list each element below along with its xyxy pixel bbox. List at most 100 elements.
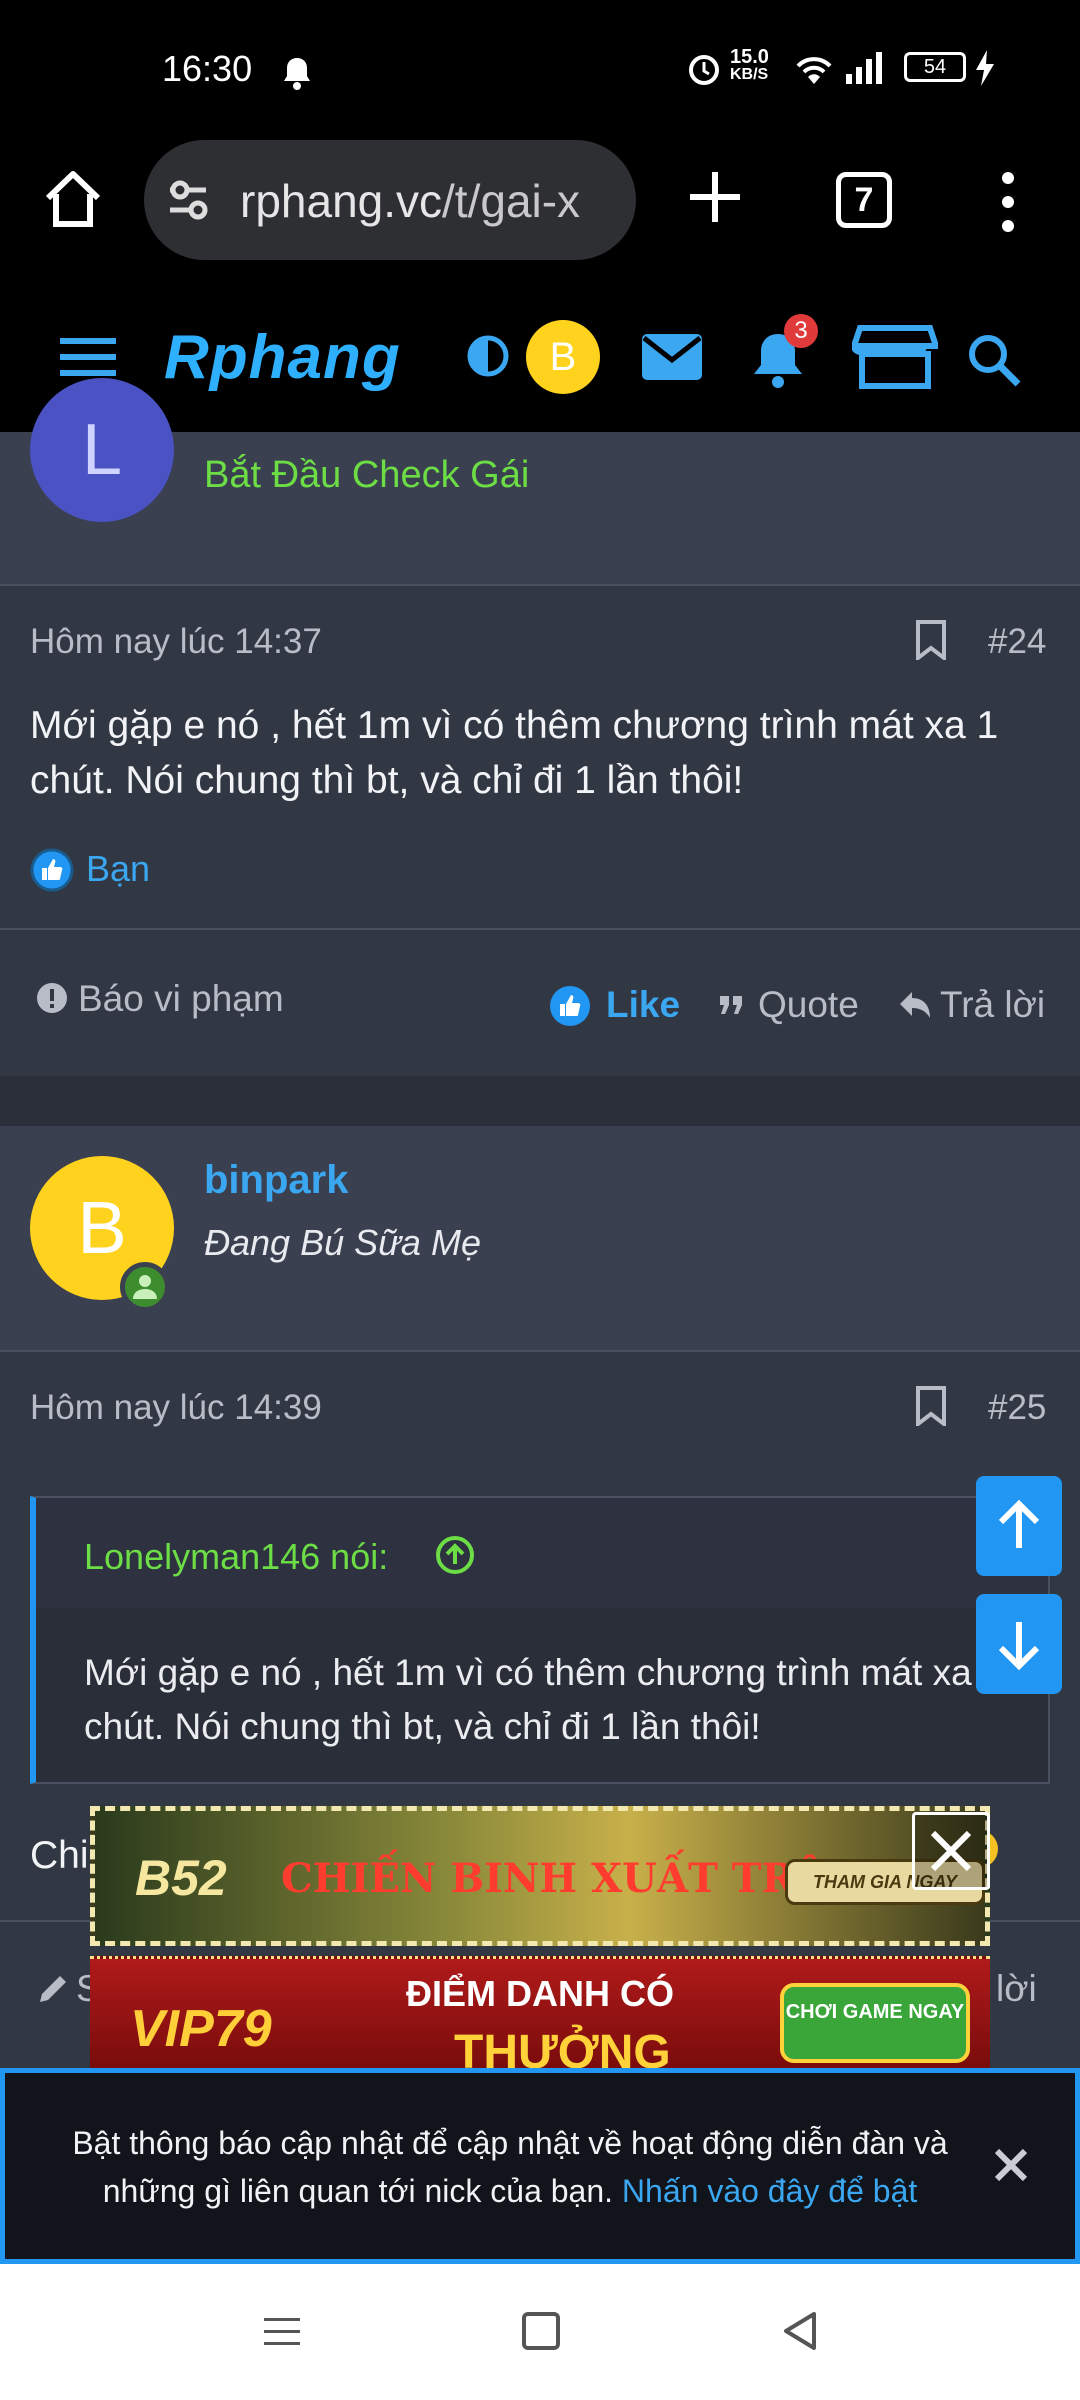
report-label: Báo vi phạm: [78, 978, 284, 1019]
ad-cta: CHƠI GAME NGAY: [780, 1983, 970, 2063]
warning-icon: [37, 983, 67, 1013]
username[interactable]: binpark: [204, 1158, 348, 1203]
bookmark-icon[interactable]: [914, 1386, 948, 1426]
reply-label: Trả lời: [940, 984, 1046, 1025]
browser-toolbar: rphang.vc/t/gai-x 7: [0, 130, 1080, 280]
user-avatar-letter: L: [81, 410, 123, 490]
search-button[interactable]: [966, 332, 1022, 388]
battery-icon: 54: [904, 52, 966, 82]
home-button[interactable]: [38, 164, 108, 234]
reply-label[interactable]: lời: [996, 1968, 1037, 2010]
new-tab-button[interactable]: [682, 164, 748, 230]
close-icon: [994, 2148, 1028, 2182]
address-bar[interactable]: rphang.vc/t/gai-x: [144, 140, 636, 260]
quote-button[interactable]: Quote: [718, 980, 888, 1030]
ad-banner-vip79[interactable]: VIP79 ĐIỂM DANH CÓ THƯỞNG CHƠI GAME NGAY: [90, 1956, 990, 2068]
url-path: /t/gai-x: [442, 175, 581, 227]
status-right: 15.0 KB/S 54: [686, 46, 1006, 92]
post-date[interactable]: Hôm nay lúc 14:37: [30, 622, 322, 662]
ad-headline-1: ĐIỂM DANH CÓ: [406, 1973, 674, 2014]
inbox-button[interactable]: [640, 332, 704, 382]
quote-text: Mới gặp e nó , hết 1m vì có thêm chương …: [84, 1652, 1003, 1747]
net-speed-value: 15.0: [730, 46, 769, 68]
status-bar: 16:30 15.0 KB/S 54: [0, 0, 1080, 130]
tab-switcher-button[interactable]: 7: [836, 172, 892, 228]
notification-text: Bật thông báo cập nhật để cập nhật về ho…: [45, 2119, 975, 2215]
quote-label: Quote: [758, 984, 859, 1025]
quote-header[interactable]: Lonelyman146 nói:: [36, 1498, 1048, 1608]
post-number[interactable]: #25: [988, 1388, 1046, 1428]
post-action-bar: Báo vi phạm Like Quote Trả lời: [0, 930, 1080, 1076]
alerts-badge: 3: [784, 314, 818, 348]
browser-menu-button[interactable]: [994, 170, 1022, 234]
home-icon: [45, 171, 101, 227]
site-logo-text: Rphang: [164, 323, 401, 392]
reaction-user[interactable]: Bạn: [86, 848, 150, 890]
charging-icon: [976, 50, 994, 86]
user-avatar-letter: B: [77, 1186, 127, 1269]
theme-toggle-button[interactable]: [466, 334, 510, 378]
arrow-up-icon: [998, 1499, 1040, 1548]
quote-icon: [720, 996, 742, 1014]
push-notification-prompt[interactable]: Bật thông báo cập nhật để cập nhật về ho…: [0, 2068, 1080, 2264]
ad-brand: B52: [135, 1850, 227, 1906]
ad-close-button[interactable]: [912, 1812, 990, 1890]
home-nav-button[interactable]: [522, 2312, 560, 2350]
quote-author: Lonelyman146 nói:: [84, 1536, 389, 1577]
net-speed-unit: KB/S: [730, 66, 769, 83]
alerts-badge-count: 3: [794, 317, 808, 344]
like-button[interactable]: Like: [548, 980, 688, 1030]
reply-button[interactable]: Trả lời: [898, 980, 1058, 1030]
post-date[interactable]: Hôm nay lúc 14:39: [30, 1388, 322, 1428]
scroll-bottom-button[interactable]: [976, 1594, 1062, 1694]
post-body: Mới gặp e nó , hết 1m vì có thêm chương …: [30, 704, 999, 802]
system-navigation-bar: [0, 2264, 1080, 2400]
user-title: Bắt Đầu Check Gái: [204, 454, 530, 496]
scroll-top-button[interactable]: [976, 1476, 1062, 1576]
post-user-strip: B binpark Đang Bú Sữa Mẹ: [0, 1126, 1080, 1350]
ad-headline: CHIẾN BINH XUẤT TRẬN: [281, 1855, 863, 1902]
store-button[interactable]: [849, 324, 941, 390]
post-gap: [0, 1076, 1080, 1126]
user-title: Đang Bú Sữa Mẹ: [204, 1222, 481, 1263]
search-icon: [969, 335, 1021, 387]
close-icon: [930, 1830, 972, 1872]
post-number[interactable]: #24: [988, 622, 1046, 662]
thumbs-up-icon: [550, 986, 590, 1026]
hamburger-icon: [60, 338, 116, 376]
jump-to-quote-icon[interactable]: [434, 1534, 476, 1576]
recent-apps-button[interactable]: [262, 2312, 302, 2352]
post-user-strip: L Bắt Đầu Check Gái: [0, 378, 1080, 584]
quote-block: Lonelyman146 nói: Mới gặp e nó , hết 1m …: [30, 1496, 1050, 1784]
menu-lines-icon: [264, 2318, 300, 2345]
alerts-button[interactable]: 3: [750, 314, 818, 390]
kebab-menu-icon: [1002, 172, 1014, 232]
ad-headline-2: THƯỞNG: [454, 2026, 671, 2068]
url-domain: rphang.vc: [240, 175, 443, 227]
signal-icon: [846, 52, 882, 84]
back-nav-button[interactable]: [780, 2310, 820, 2352]
user-avatar-letter: B: [549, 335, 577, 379]
notification-link[interactable]: Nhấn vào đây để bật: [622, 2173, 917, 2209]
status-time: 16:30: [162, 48, 253, 89]
site-settings-icon[interactable]: [166, 178, 218, 222]
wifi-icon: [796, 57, 832, 84]
site-logo[interactable]: Rphang: [164, 322, 401, 393]
notification-close-button[interactable]: [989, 2143, 1033, 2187]
user-avatar[interactable]: L: [30, 378, 174, 522]
edit-icon[interactable]: [36, 1972, 70, 2006]
contrast-icon: [467, 335, 509, 377]
reply-icon: [900, 992, 930, 1018]
bookmark-icon[interactable]: [914, 620, 948, 660]
ad-brand: VIP79: [130, 2000, 272, 2058]
battery-level: 54: [923, 56, 947, 78]
user-avatar-button[interactable]: B: [526, 320, 600, 394]
arrow-down-icon: [998, 1622, 1040, 1671]
store-icon: [849, 325, 941, 389]
tab-count: 7: [854, 181, 874, 219]
ad-banner-b52[interactable]: B52 CHIẾN BINH XUẤT TRẬN THAM GIA NGAY: [90, 1806, 990, 1946]
notification-bell-icon: [282, 56, 312, 95]
forum-header: Rphang B 3: [0, 280, 1080, 432]
back-triangle-icon: [784, 2312, 816, 2350]
hamburger-menu-button[interactable]: [60, 334, 120, 380]
